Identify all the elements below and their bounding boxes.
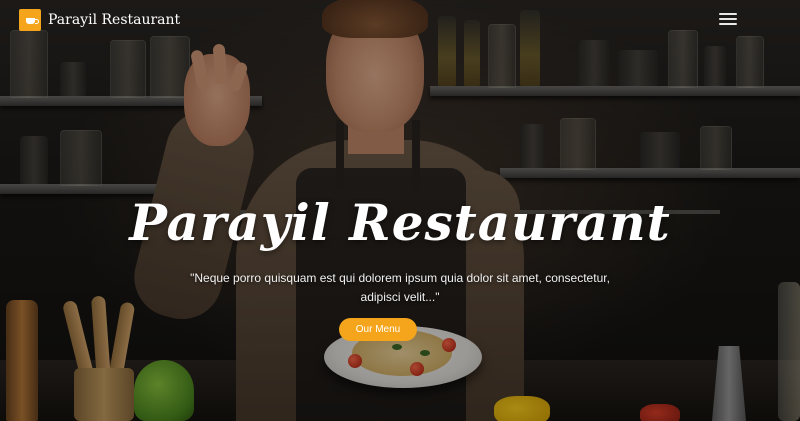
hero-tagline: "Neque porro quisquam est qui dolorem ip… bbox=[190, 271, 610, 304]
our-menu-button[interactable]: Our Menu bbox=[339, 318, 417, 341]
navbar: Parayil Restaurant bbox=[0, 0, 800, 42]
coffee-cup-icon bbox=[19, 9, 41, 31]
hero-title: Parayil Restaurant bbox=[129, 193, 671, 252]
brand-link[interactable]: Parayil Restaurant bbox=[19, 9, 180, 31]
brand-name: Parayil Restaurant bbox=[48, 12, 181, 28]
hamburger-menu-icon[interactable] bbox=[719, 13, 737, 27]
